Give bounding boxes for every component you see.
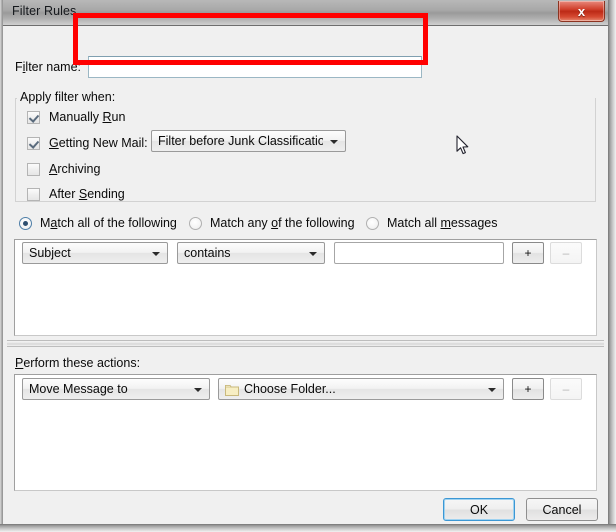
add-condition-button[interactable]: + [512,242,544,264]
checkbox-manually-run[interactable]: Manually Run [27,108,125,126]
panel-splitter[interactable] [7,340,604,347]
radio-label: Match any of the following [210,216,355,230]
action-target-value: Choose Folder... [244,382,336,396]
condition-operator-select[interactable]: contains [177,242,325,264]
chevron-down-icon [309,252,317,256]
filter-name-label: Filter name: [15,60,82,74]
radio-icon [19,216,32,230]
cancel-button[interactable]: Cancel [526,498,598,521]
chevron-down-icon [488,388,496,392]
radio-icon [366,216,379,230]
checkbox-icon [27,162,40,176]
folder-icon [225,385,239,396]
window-edge-bottom [0,524,616,532]
checkbox-icon [27,136,40,150]
action-type-value: Move Message to [29,382,128,396]
checkbox-getting-new-mail[interactable]: Getting New Mail: [27,134,148,152]
checkbox-icon [27,187,40,201]
title-bar[interactable]: Filter Rules x [3,0,608,26]
condition-field-value: Subject [29,246,71,260]
chevron-down-icon [152,252,160,256]
mail-timing-value: Filter before Junk Classification [158,134,323,148]
condition-operator-value: contains [184,246,231,260]
radio-label: Match all messages [387,216,498,230]
add-action-button[interactable]: + [512,378,544,400]
mail-timing-select[interactable]: Filter before Junk Classification [151,130,346,152]
window-edge-right [608,0,616,532]
filter-rules-dialog: Filter Rules x Filter name: Apply filter… [0,0,616,532]
apply-filter-legend: Apply filter when: [17,90,119,104]
radio-match-all-messages[interactable]: Match all messages [366,214,497,232]
condition-value-input[interactable] [334,242,504,264]
remove-condition-button: – [550,242,582,264]
checkbox-icon [27,110,40,124]
filter-name-input[interactable] [88,56,422,78]
checkbox-label: Getting New Mail: [49,136,148,150]
dialog-content: Filter name: Apply filter when: Manually… [3,26,608,525]
checkbox-after-sending[interactable]: After Sending [27,185,125,203]
checkbox-label: Manually Run [49,110,126,124]
checkbox-label: After Sending [49,187,125,201]
radio-match-all-following[interactable]: Match all of the following [19,214,177,232]
chevron-down-icon [194,388,202,392]
checkbox-label: Archiving [49,162,101,176]
chevron-down-icon [330,140,338,144]
remove-action-button: – [550,378,582,400]
close-icon: x [577,4,586,19]
checkbox-archiving[interactable]: Archiving [27,160,100,178]
close-button[interactable]: x [558,1,605,22]
action-target-select[interactable]: Choose Folder... [218,378,504,400]
action-type-select[interactable]: Move Message to [22,378,210,400]
actions-legend: Perform these actions: [15,356,141,370]
window-title: Filter Rules [12,4,77,18]
radio-icon [189,216,202,230]
radio-label: Match all of the following [40,216,177,230]
window-edge-left [0,0,3,532]
radio-match-any-following[interactable]: Match any of the following [189,214,355,232]
condition-field-select[interactable]: Subject [22,242,168,264]
ok-button[interactable]: OK [443,498,515,521]
